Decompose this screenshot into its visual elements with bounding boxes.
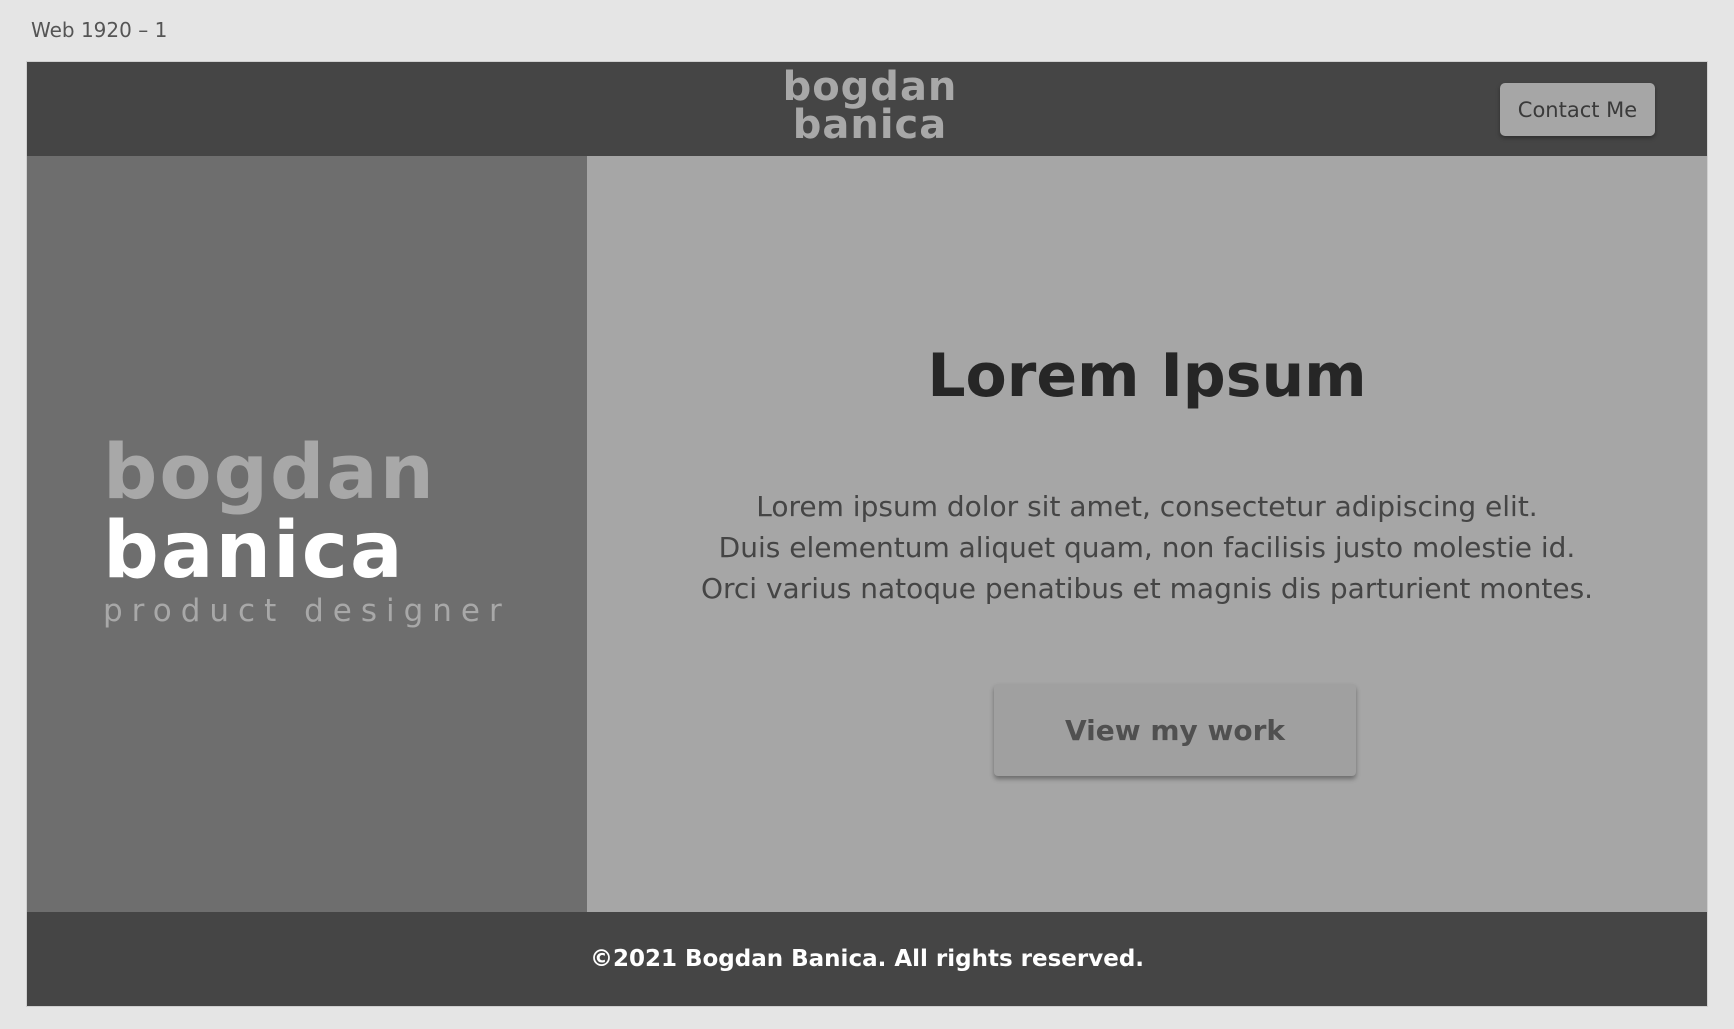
hero-description-line: Orci varius natoque penatibus et magnis … [700,572,1594,605]
brand-logo-line1: bogdan [103,427,436,516]
footer-copyright: ©2021 Bogdan Banica. All rights reserved… [589,946,1145,972]
artboard-label: Web 1920 – 1 [31,18,168,42]
brand-tagline: product designer [103,593,511,629]
hero-description-line: Duis elementum aliquet quam, non facilis… [718,531,1576,564]
hero-title: Lorem Ipsum [927,341,1367,411]
header-logo-line1: bogdan [782,64,958,110]
header-logo-line2: banica [792,102,948,148]
footer: ©2021 Bogdan Banica. All rights reserved… [27,912,1707,1006]
top-header: bogdan banica Contact Me [27,62,1707,156]
hero-section: Lorem Ipsum Lorem ipsum dolor sit amet, … [587,156,1707,912]
artboard-frame: bogdan banica Contact Me bogdan banica p… [27,62,1707,1006]
brand-logo-line2: banica [103,506,405,596]
hero-description: Lorem ipsum dolor sit amet, consectetur … [587,486,1707,609]
view-my-work-button[interactable]: View my work [994,684,1356,776]
left-brand-panel: bogdan banica product designer [27,156,587,912]
header-logo[interactable]: bogdan banica [767,64,973,148]
contact-me-button[interactable]: Contact Me [1500,83,1655,136]
brand-logo: bogdan banica product designer [103,427,515,630]
hero-description-line: Lorem ipsum dolor sit amet, consectetur … [756,490,1538,523]
